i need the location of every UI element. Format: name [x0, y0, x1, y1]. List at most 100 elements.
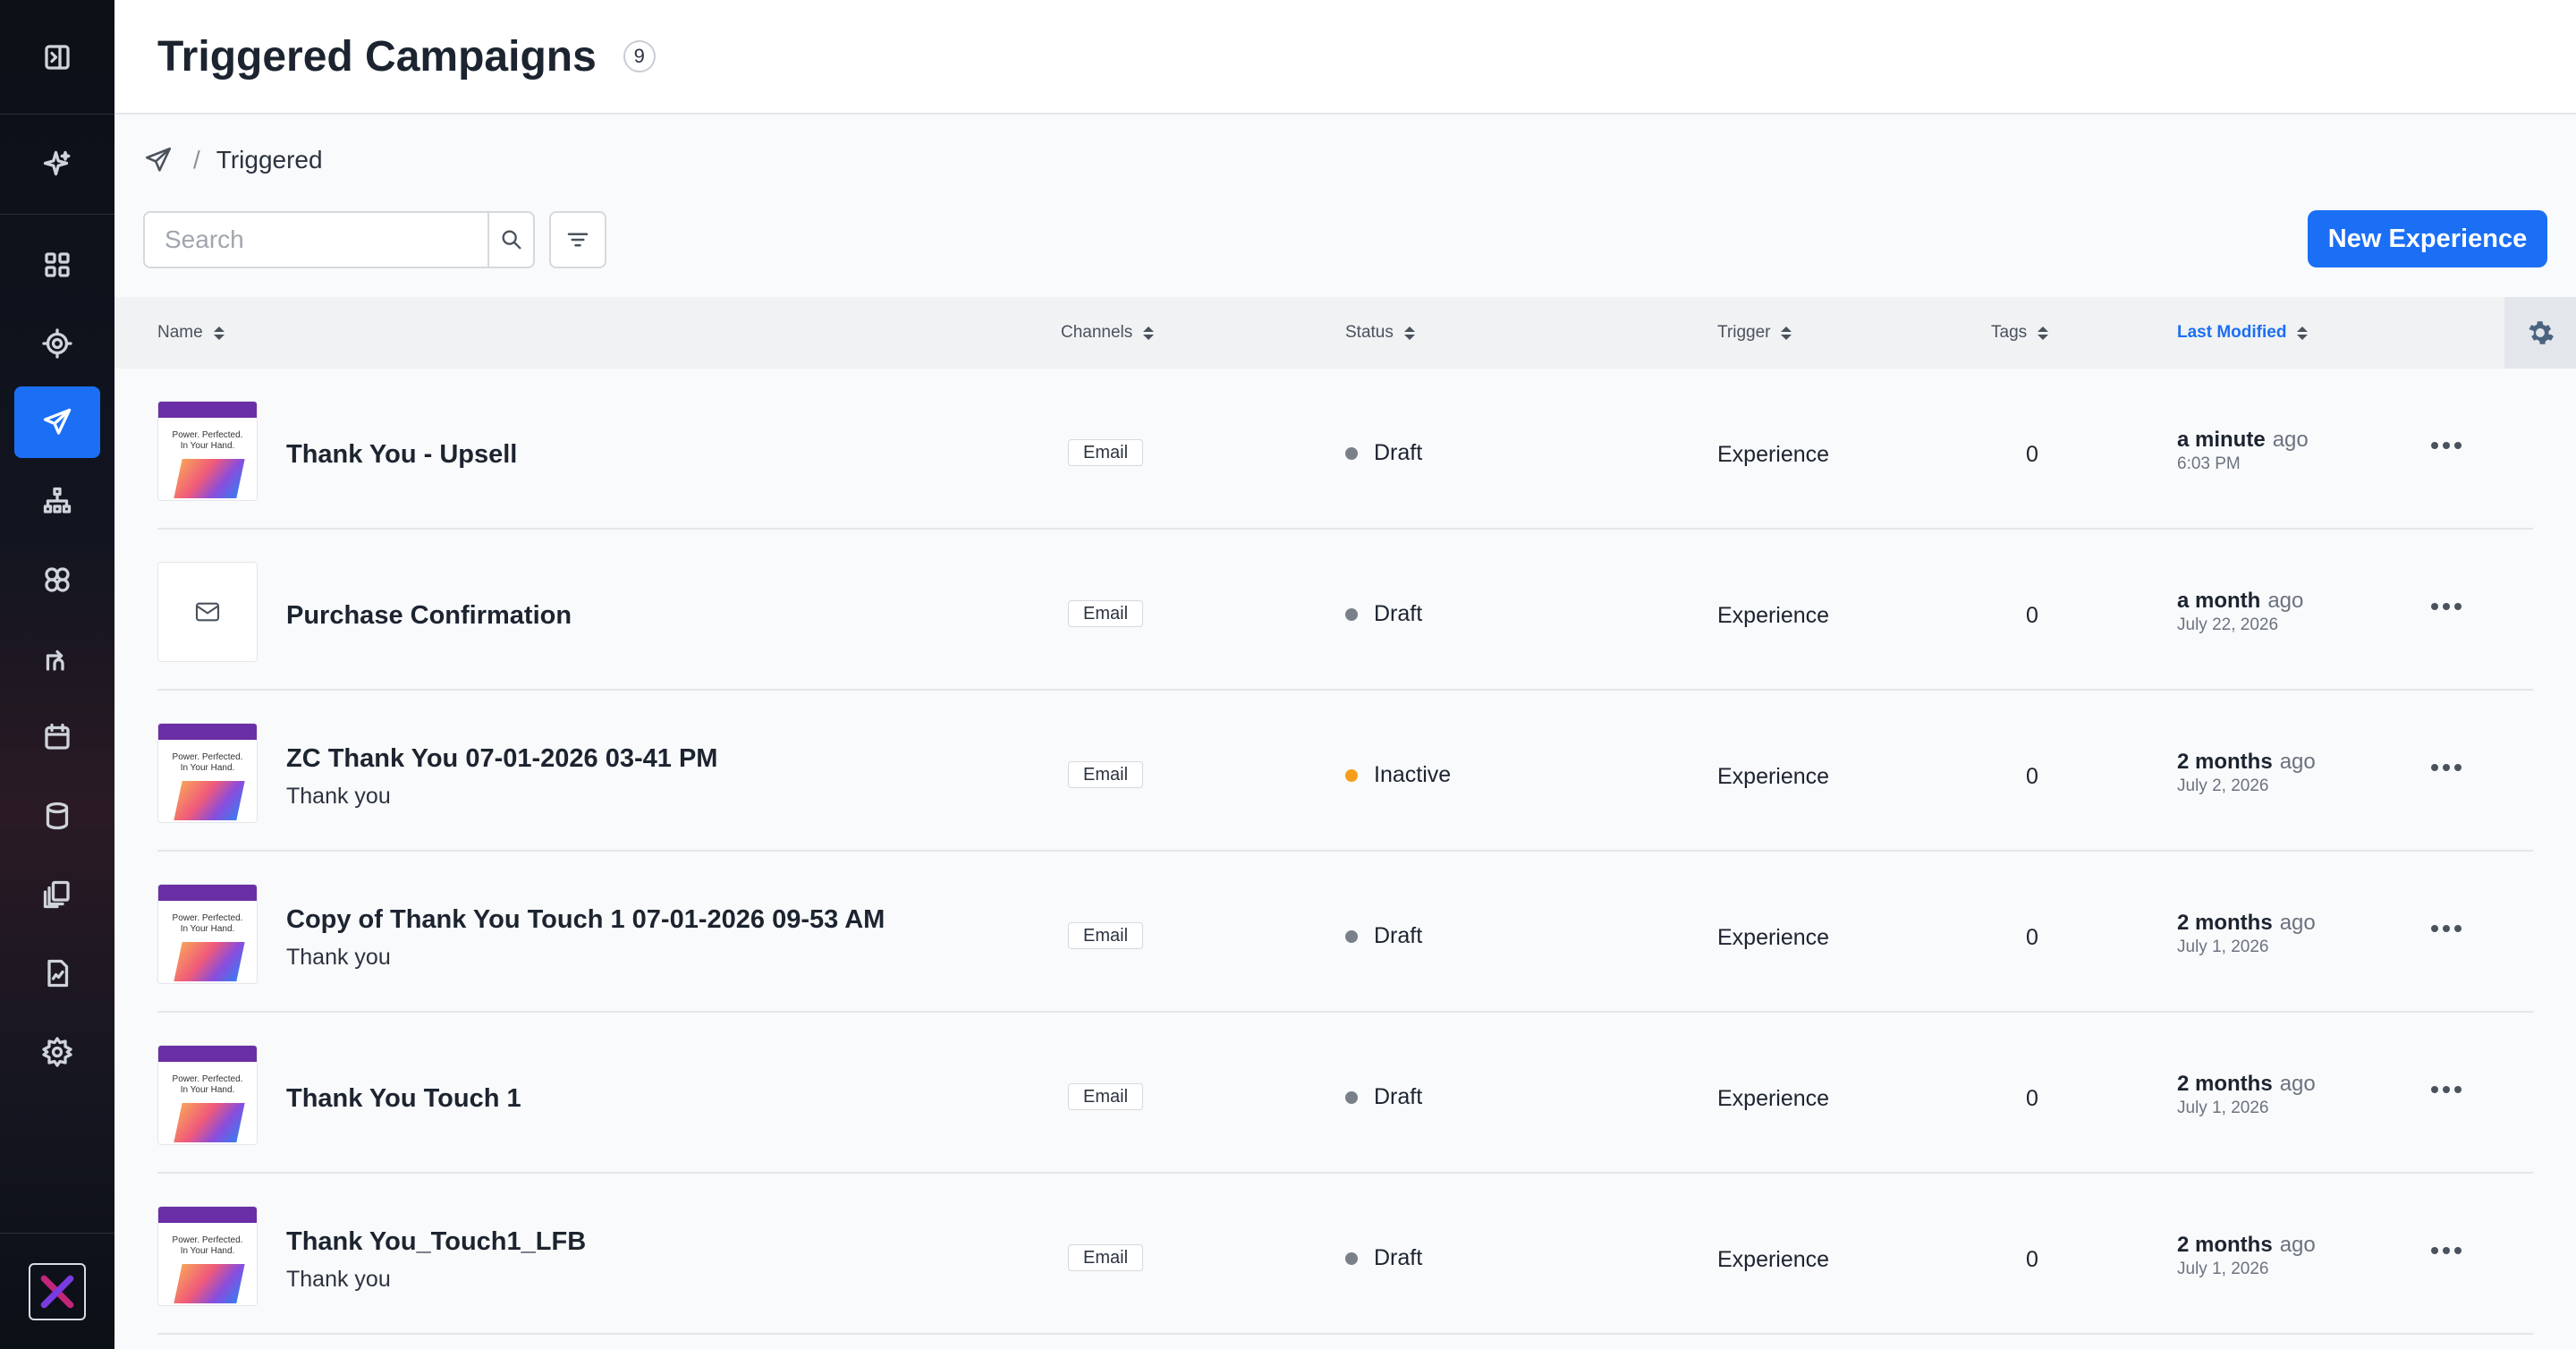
- thumbnail-header: [158, 885, 257, 901]
- search-box: [143, 211, 535, 268]
- column-header-last-modified[interactable]: Last Modified: [2177, 297, 2309, 369]
- column-header-tags[interactable]: Tags: [1991, 297, 2049, 369]
- campaign-name[interactable]: Thank You Touch 1: [286, 1084, 521, 1114]
- sidebar-item-journeys[interactable]: [14, 623, 100, 694]
- column-header-status[interactable]: Status: [1345, 297, 1415, 369]
- ago-label: ago: [2279, 911, 2316, 935]
- more-actions-button[interactable]: [2431, 925, 2462, 932]
- thumbnail-header: [158, 724, 257, 740]
- ago-label: ago: [2267, 589, 2304, 613]
- trigger-cell: Experience: [1717, 1086, 1830, 1111]
- thumbnail-text: Power. Perfected. In Your Hand.: [172, 913, 243, 934]
- sort-icon: [1781, 326, 1792, 340]
- app-logo[interactable]: [29, 1262, 86, 1320]
- email-thumbnail[interactable]: Power. Perfected. In Your Hand.: [157, 884, 258, 984]
- sidebar-item-hierarchy[interactable]: [14, 465, 100, 537]
- thumbnail-art: [174, 1264, 245, 1303]
- sort-icon: [2038, 326, 2049, 340]
- filter-button[interactable]: [549, 211, 606, 268]
- thumbnail-art: [174, 459, 245, 498]
- ago-label: ago: [2272, 428, 2309, 452]
- brand-x-icon: [40, 1275, 74, 1308]
- column-header-trigger[interactable]: Trigger: [1717, 297, 1792, 369]
- status-dot: [1345, 446, 1358, 460]
- last-modified: 2 months ago July 1, 2026: [2177, 1072, 2316, 1118]
- sidebar-toggle[interactable]: [0, 0, 114, 115]
- table-settings-button[interactable]: [2504, 297, 2576, 369]
- search-input[interactable]: [145, 213, 487, 267]
- sidebar-item-data[interactable]: [14, 780, 100, 852]
- sort-icon: [1403, 326, 1415, 340]
- filter-icon: [567, 233, 589, 247]
- campaign-name[interactable]: Copy of Thank You Touch 1 07-01-2026 09-…: [286, 905, 885, 935]
- send-icon[interactable]: [143, 145, 174, 175]
- more-actions-button[interactable]: [2431, 1247, 2462, 1254]
- column-header-channels[interactable]: Channels: [1061, 297, 1155, 369]
- campaign-name[interactable]: Thank You_Touch1_LFB: [286, 1227, 586, 1257]
- envelope-icon: [195, 602, 220, 622]
- more-actions-button[interactable]: [2431, 1086, 2462, 1093]
- gear-icon: [2529, 321, 2554, 344]
- sidebar-item-settings[interactable]: [14, 1016, 100, 1088]
- more-actions-button[interactable]: [2431, 442, 2462, 449]
- search-button[interactable]: [487, 213, 533, 267]
- more-actions-button[interactable]: [2431, 764, 2462, 771]
- new-experience-button[interactable]: New Experience: [2308, 210, 2547, 267]
- sparkle-icon: [43, 150, 71, 175]
- last-modified: a minute ago 6:03 PM: [2177, 428, 2309, 474]
- trigger-cell: Experience: [1717, 764, 1830, 789]
- sidebar-item-ai[interactable]: [0, 115, 114, 215]
- absolute-time: July 22, 2026: [2177, 615, 2279, 634]
- table-row[interactable]: Power. Perfected. In Your Hand. Copy of Th…: [157, 852, 2533, 1013]
- email-thumbnail[interactable]: [157, 562, 258, 662]
- campaign-subtitle: Thank you: [286, 1267, 391, 1292]
- reports-icon: [47, 959, 69, 988]
- tags-count: 0: [2026, 442, 2038, 467]
- status-badge: Draft: [1345, 923, 1422, 949]
- sidebar-item-targeting[interactable]: [14, 308, 100, 379]
- channel-badge: Email: [1068, 600, 1144, 627]
- table-row[interactable]: Power. Perfected. In Your Hand. Thank You …: [157, 1013, 2533, 1174]
- sidebar-item-library[interactable]: [14, 859, 100, 930]
- campaign-name[interactable]: Purchase Confirmation: [286, 601, 572, 631]
- last-modified: 2 months ago July 2, 2026: [2177, 750, 2316, 796]
- absolute-time: July 1, 2026: [2177, 938, 2269, 956]
- ago-label: ago: [2279, 1072, 2316, 1096]
- channel-badge: Email: [1068, 761, 1144, 788]
- table-row[interactable]: Power. Perfected. In Your Hand. Thank You_…: [157, 1174, 2533, 1335]
- email-thumbnail[interactable]: Power. Perfected. In Your Hand.: [157, 1045, 258, 1145]
- sidebar-item-campaigns[interactable]: [14, 386, 100, 458]
- tags-count: 0: [2026, 925, 2038, 950]
- trigger-cell: Experience: [1717, 925, 1830, 950]
- relative-time: 2 months: [2177, 1072, 2273, 1096]
- absolute-time: July 1, 2026: [2177, 1260, 2269, 1278]
- table-row[interactable]: Power. Perfected. In Your Hand. Thank You …: [157, 369, 2533, 530]
- relative-time: 2 months: [2177, 750, 2273, 774]
- campaign-name[interactable]: Thank You - Upsell: [286, 440, 517, 470]
- sort-icon: [213, 326, 225, 340]
- table-row[interactable]: Power. Perfected. In Your Hand. ZC Thank Y…: [157, 691, 2533, 852]
- more-actions-button[interactable]: [2431, 603, 2462, 610]
- tags-count: 0: [2026, 1086, 2038, 1111]
- dashboard-grid-icon: [45, 252, 70, 277]
- relative-time: 2 months: [2177, 1233, 2273, 1257]
- sort-icon: [1143, 326, 1155, 340]
- sidebar-item-calendar[interactable]: [14, 701, 100, 773]
- sidebar: [0, 0, 114, 1349]
- relative-time: a month: [2177, 589, 2261, 613]
- ago-label: ago: [2279, 750, 2316, 774]
- sidebar-item-segments[interactable]: [14, 544, 100, 615]
- sidebar-item-dashboard[interactable]: [14, 229, 100, 301]
- breadcrumb: / Triggered: [143, 145, 323, 175]
- thumbnail-art: [174, 781, 245, 820]
- email-thumbnail[interactable]: Power. Perfected. In Your Hand.: [157, 1206, 258, 1306]
- column-header-name[interactable]: Name: [157, 297, 225, 369]
- campaign-name[interactable]: ZC Thank You 07-01-2026 03-41 PM: [286, 744, 717, 774]
- email-thumbnail[interactable]: Power. Perfected. In Your Hand.: [157, 401, 258, 501]
- collapse-panel-icon: [45, 44, 70, 70]
- trigger-cell: Experience: [1717, 603, 1830, 628]
- table-row[interactable]: Purchase Confirmation Email Draft Experienc…: [157, 530, 2533, 691]
- sidebar-item-reports[interactable]: [14, 938, 100, 1009]
- ago-label: ago: [2279, 1233, 2316, 1257]
- email-thumbnail[interactable]: Power. Perfected. In Your Hand.: [157, 723, 258, 823]
